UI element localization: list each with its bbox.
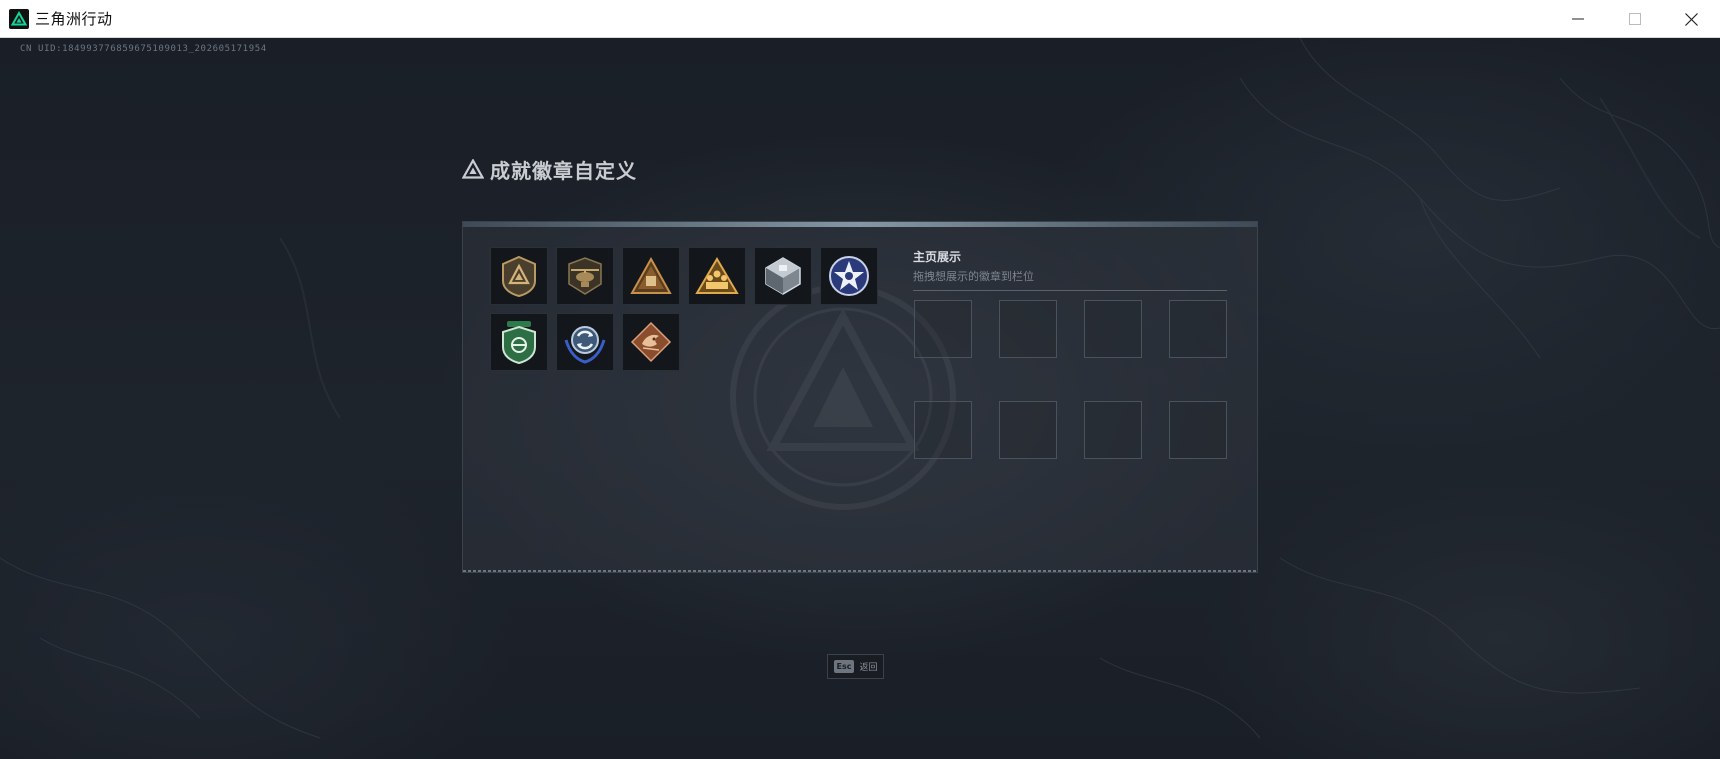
- showcase-hint: 拖拽想展示的徽章到栏位: [913, 270, 1034, 283]
- showcase-slot[interactable]: [914, 300, 972, 358]
- triangle-team-badge-icon: [695, 257, 739, 294]
- dialog-title: 成就徽章自定义: [490, 158, 637, 183]
- showcase-slots: [914, 300, 1227, 459]
- badge-tile[interactable]: [556, 313, 614, 371]
- star-medal-badge-icon: [829, 256, 869, 296]
- dialog-bottom-line: [463, 570, 1257, 572]
- back-label: 返回: [859, 663, 878, 673]
- maximize-icon: [1628, 13, 1641, 25]
- back-button[interactable]: Esc 返回: [827, 654, 884, 679]
- showcase-slot[interactable]: [1084, 300, 1142, 358]
- delta-triangle-icon: [462, 159, 484, 179]
- badge-tile[interactable]: [754, 247, 812, 305]
- recycle-wings-badge-icon: [564, 326, 606, 364]
- badge-tile[interactable]: [622, 247, 680, 305]
- badge-collection: [490, 247, 890, 371]
- showcase-slot[interactable]: [1169, 401, 1227, 459]
- showcase-divider: [913, 290, 1227, 291]
- badge-tile[interactable]: [490, 247, 548, 305]
- dialog-top-accent: [463, 222, 1257, 227]
- window-title: 三角洲行动: [35, 10, 113, 28]
- esc-key-icon: Esc: [833, 660, 855, 673]
- shield-triangle-badge-icon: [502, 255, 536, 297]
- delta-logo-icon: [9, 8, 29, 29]
- showcase-slot[interactable]: [999, 401, 1057, 459]
- uid-label: CN UID:184993776859675109013_20260517195…: [20, 44, 267, 54]
- badge-customize-dialog: 主页展示 拖拽想展示的徽章到栏位: [462, 221, 1258, 573]
- badge-tile[interactable]: [556, 247, 614, 305]
- close-button[interactable]: [1663, 0, 1720, 38]
- window-controls: [1549, 0, 1720, 38]
- badge-tile[interactable]: [622, 313, 680, 371]
- bronze-dragon-badge-icon: [630, 321, 672, 363]
- green-shield-badge-icon: [502, 321, 536, 365]
- badge-tile[interactable]: [490, 313, 548, 371]
- showcase-slot[interactable]: [1169, 300, 1227, 358]
- window-titlebar: 三角洲行动: [0, 0, 1720, 38]
- badge-tile[interactable]: [688, 247, 746, 305]
- triangle-box-badge-icon: [630, 256, 672, 294]
- helicopter-badge-icon: [568, 257, 602, 295]
- minimize-icon: [1571, 18, 1584, 20]
- showcase-slot[interactable]: [914, 401, 972, 459]
- badge-tile[interactable]: [820, 247, 878, 305]
- close-icon: [1685, 12, 1698, 26]
- homepage-showcase: 主页展示 拖拽想展示的徽章到栏位: [913, 248, 1227, 459]
- showcase-slot[interactable]: [999, 300, 1057, 358]
- showcase-title: 主页展示: [913, 250, 962, 264]
- game-viewport: CN UID:184993776859675109013_20260517195…: [0, 38, 1720, 759]
- maximize-button[interactable]: [1606, 0, 1663, 38]
- minimize-button[interactable]: [1549, 0, 1606, 38]
- crystal-cube-badge-icon: [765, 257, 801, 295]
- showcase-slot[interactable]: [1084, 401, 1142, 459]
- dialog-header: 成就徽章自定义: [462, 154, 637, 184]
